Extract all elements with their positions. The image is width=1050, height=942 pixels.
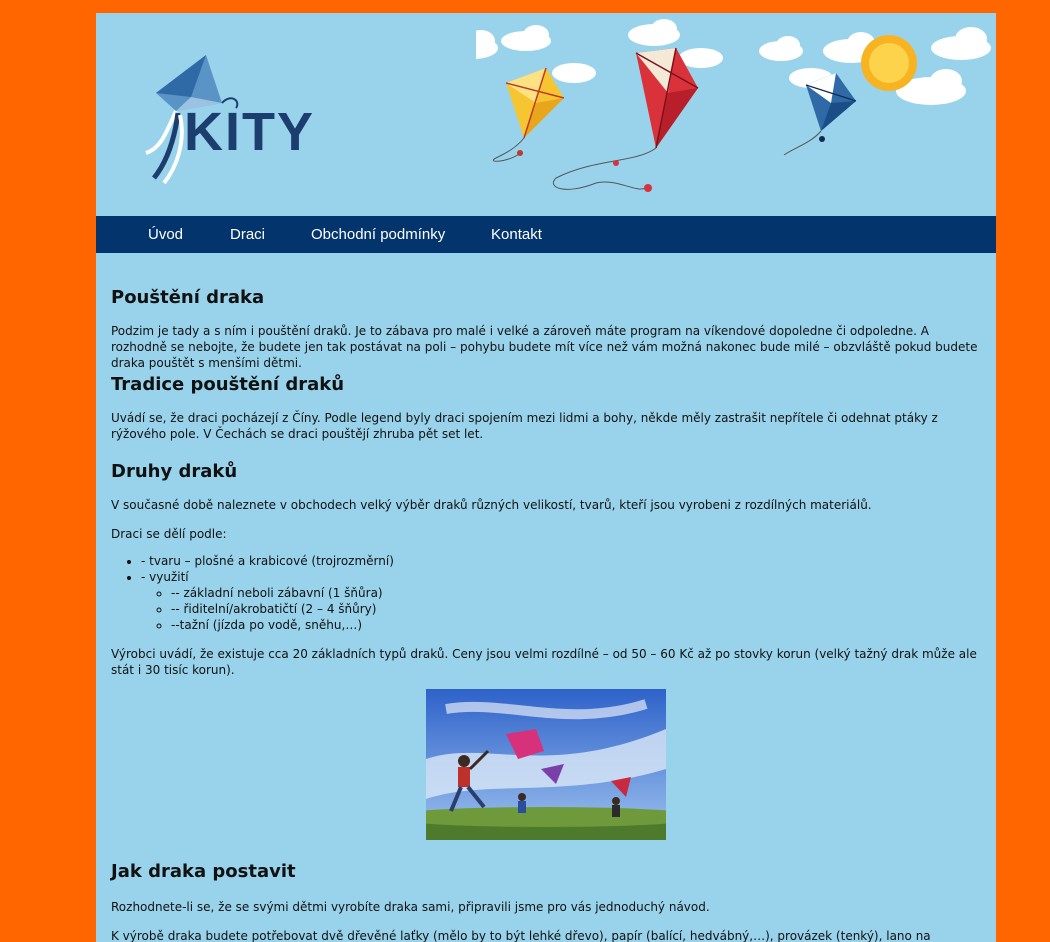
heading-tradice: Tradice pouštění draků	[111, 374, 345, 395]
logo-text: KITY	[184, 102, 316, 162]
site-header: KITY	[96, 13, 996, 216]
paragraph-ceny: Výrobci uvádí, že existuje cca 20 základ…	[111, 647, 977, 677]
kites-clouds-illustration	[476, 19, 991, 192]
sublist-item: -- základní neboli zábavní (1 šňůra)	[171, 585, 394, 601]
heading-jak-draka-postavit: Jak draka postavit	[111, 861, 296, 882]
paragraph-druhy: V současné době naleznete v obchodech ve…	[111, 498, 872, 512]
kite-types-list: - tvaru – plošné a krabicové (trojrozměr…	[111, 553, 394, 633]
paragraph-deleni: Draci se dělí podle:	[111, 527, 227, 541]
nav-item-draci[interactable]: Draci	[230, 216, 265, 253]
sublist-item: -- řiditelní/akrobatičtí (2 – 4 šňůry)	[171, 601, 394, 617]
nav-item-obchodni-podminky[interactable]: Obchodní podmínky	[311, 216, 445, 253]
sublist-item: --tažní (jízda po vodě, sněhu,…)	[171, 617, 394, 633]
heading-druhy-draku: Druhy draků	[111, 461, 238, 482]
list-item: - tvaru – plošné a krabicové (trojrozměr…	[141, 553, 394, 569]
kite-flying-photo	[426, 689, 666, 840]
nav-item-uvod[interactable]: Úvod	[148, 216, 183, 253]
list-item-label: - využití	[141, 570, 189, 584]
paragraph-materialy: K výrobě draka budete potřebovat dvě dře…	[111, 929, 931, 942]
page-container: KITY Úvod Draci Obchodní podmínky Kontak…	[96, 13, 996, 942]
kite-usage-sublist: -- základní neboli zábavní (1 šňůra) -- …	[141, 585, 394, 633]
paragraph-intro: Podzim je tady a s ním i pouštění draků.…	[111, 324, 978, 370]
main-navigation: Úvod Draci Obchodní podmínky Kontakt	[96, 216, 996, 253]
paragraph-navod: Rozhodnete-li se, že se svými dětmi vyro…	[111, 900, 710, 914]
heading-poustení-draka: Pouštění draka	[111, 287, 265, 308]
nav-item-kontakt[interactable]: Kontakt	[491, 216, 542, 253]
list-item: - využití -- základní neboli zábavní (1 …	[141, 569, 394, 633]
paragraph-tradice: Uvádí se, že draci pocházejí z Číny. Pod…	[111, 411, 938, 441]
